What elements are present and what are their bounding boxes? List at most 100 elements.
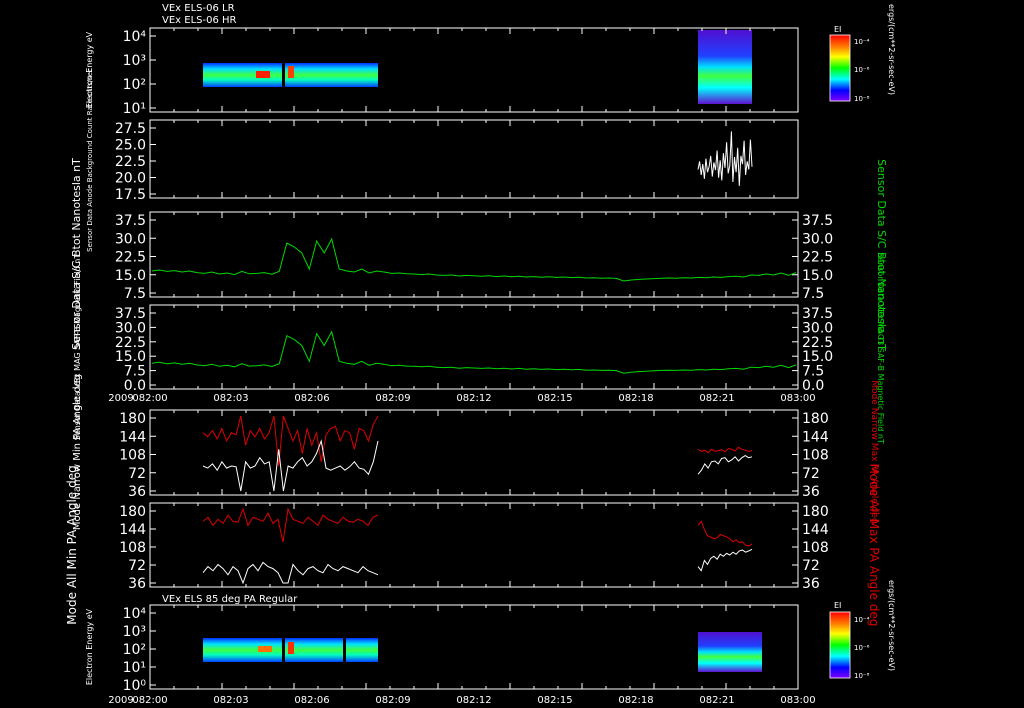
series-layer <box>151 131 797 585</box>
y-tick-label-right: 15.0 <box>802 268 833 284</box>
y-tick-label: 25.0 <box>115 138 146 154</box>
y-tick-label-right: 108 <box>802 448 829 464</box>
time-tick-label: 082:09 <box>375 393 410 404</box>
time-tick-label: 082:18 <box>618 393 653 404</box>
series-line-anode <box>697 131 753 186</box>
time-tick-label: 082:15 <box>537 695 572 706</box>
series-line-max-pa <box>697 520 753 547</box>
spectrogram-2-gap-a <box>282 638 285 662</box>
series-line-max-pa <box>202 415 379 467</box>
y-tick-label: 108 <box>119 540 146 556</box>
time-tick-label: 083:00 <box>780 695 815 706</box>
y-tick-label: 37.5 <box>115 213 146 229</box>
panel-frame-bmag-sc <box>149 211 799 298</box>
y-tick-label: 10⁴ <box>123 606 147 622</box>
time-tick-label: 082:09 <box>375 695 410 706</box>
colorbar-top-scale <box>829 34 851 102</box>
time-axis-bottom: 2009 <box>108 695 133 706</box>
spectrogram-1-gap <box>282 63 285 87</box>
y-tick-label-right: 0.0 <box>802 378 824 394</box>
y-tick-label: 10¹ <box>123 101 146 117</box>
plot-canvas: VEx ELS-06 LR VEx ELS-06 HR VEx ELS 85 d… <box>65 3 896 706</box>
y-tick-label: 10³ <box>123 624 146 640</box>
colorbar-top: EI 10⁻⁴ 10⁻⁶ 10⁻⁸ ergs/(cm**2-sr-sec-eV) <box>829 4 896 103</box>
ylabel-right-pa-all: Mode All Max PA Angle deg <box>867 464 881 627</box>
y-tick-label: 180 <box>119 411 146 427</box>
colorbar-bottom-units: ergs/(cm**2-sr-sec-eV) <box>887 580 896 671</box>
header-line2: VEx ELS-06 HR <box>162 15 237 26</box>
y-tick-label: 7.5 <box>124 286 146 302</box>
y-tick-label: 20.0 <box>115 171 146 187</box>
header-section2: VEx ELS 85 deg PA Regular <box>162 594 298 605</box>
y-tick-label: 0.0 <box>124 378 146 394</box>
y-tick-label: 17.5 <box>115 187 146 203</box>
y-tick-label-right: 7.5 <box>802 286 824 302</box>
y-tick-label-right: 72 <box>802 466 820 482</box>
panel-frame-bmag-vso <box>149 304 799 390</box>
y-tick-label-right: 36 <box>802 484 820 500</box>
y-tick-label: 72 <box>128 466 146 482</box>
time-tick-label: 082:06 <box>294 393 329 404</box>
time-tick-label: 082:06 <box>294 695 329 706</box>
y-tick-label: 180 <box>119 504 146 520</box>
colorbar-bottom-tick: 10⁻⁶ <box>854 644 870 652</box>
time-tick-label: 083:00 <box>780 393 815 404</box>
y-tick-label-right: 108 <box>802 540 829 556</box>
y-tick-label-right: 30.0 <box>802 231 833 247</box>
time-tick-label: 082:00 <box>132 393 167 404</box>
y-tick-label: 108 <box>119 448 146 464</box>
time-tick-label: 082:00 <box>132 695 167 706</box>
colorbar-bottom-scale <box>829 611 851 679</box>
spectrogram-1-hot-b <box>288 66 294 78</box>
time-tick-label: 082:21 <box>699 393 734 404</box>
y-tick-label: 10² <box>123 642 146 658</box>
y-tick-label: 10³ <box>123 53 146 69</box>
series-line-bmag-sc <box>151 237 797 282</box>
y-tick-label: 22.5 <box>115 154 146 170</box>
y-tick-label: 15.0 <box>115 268 146 284</box>
spectrogram-2-data <box>203 632 762 672</box>
y-tick-label-right: 144 <box>802 429 829 445</box>
header-line1: VEx ELS-06 LR <box>162 3 235 14</box>
colorbar-top-title: EI <box>834 25 841 34</box>
y-tick-label-right: 37.5 <box>802 213 833 229</box>
y-tick-label: 72 <box>128 558 146 574</box>
time-tick-label: 082:21 <box>699 695 734 706</box>
series-line-min-pa <box>697 455 753 475</box>
colorbar-top-tick: 10⁻⁸ <box>854 95 870 103</box>
spectrogram-1-hot-a <box>256 71 270 78</box>
colorbar-top-units: ergs/(cm**2-sr-sec-eV) <box>887 4 896 95</box>
y-tick-label: 10⁰ <box>123 678 147 694</box>
colorbar-bottom-tick: 10⁻⁸ <box>854 672 870 680</box>
series-line-max-pa <box>202 507 379 543</box>
spectrogram-1-block-b <box>698 30 752 104</box>
y-tick-label: 27.5 <box>115 121 146 137</box>
time-tick-label: 082:03 <box>213 695 248 706</box>
panel-frame-pa-all <box>149 502 799 588</box>
ylabel-pa-all: Mode All Min PA Angle deg <box>65 465 79 624</box>
colorbar-bottom: EI 10⁻⁴ 10⁻⁶ 10⁻⁸ ergs/(cm**2-sr-sec-eV) <box>829 580 896 680</box>
y-tick-label-right: 180 <box>802 411 829 427</box>
y-tick-label: 10² <box>123 77 146 93</box>
y-tick-label: 144 <box>119 522 146 538</box>
panel-frame-pa-narrow <box>149 409 799 496</box>
y-tick-label: 36 <box>128 576 146 592</box>
series-line-min-pa <box>202 561 379 585</box>
colorbar-top-tick: 10⁻⁴ <box>854 38 870 46</box>
time-tick-label: 082:12 <box>456 393 491 404</box>
y-tick-label-right: 72 <box>802 558 820 574</box>
y-tick-label-right: 180 <box>802 504 829 520</box>
y-tick-label: 10¹ <box>123 660 146 676</box>
y-tick-label-right: 22.5 <box>802 250 833 266</box>
y-tick-label: 36 <box>128 484 146 500</box>
spectrogram-2-block-b <box>698 632 762 672</box>
series-line-min-pa <box>697 548 753 572</box>
time-axis-year: 2009 <box>108 695 133 706</box>
time-tick-label: 082:18 <box>618 695 653 706</box>
spectrogram-2-hot-a <box>258 646 272 652</box>
spectrogram-2-gap-b <box>343 638 346 662</box>
y-tick-label: 144 <box>119 429 146 445</box>
y-tick-label: 30.0 <box>115 231 146 247</box>
ylabel-anode: Sensor Data Anode Background Count Rate … <box>86 68 94 252</box>
panel-frame-anode <box>149 119 799 199</box>
